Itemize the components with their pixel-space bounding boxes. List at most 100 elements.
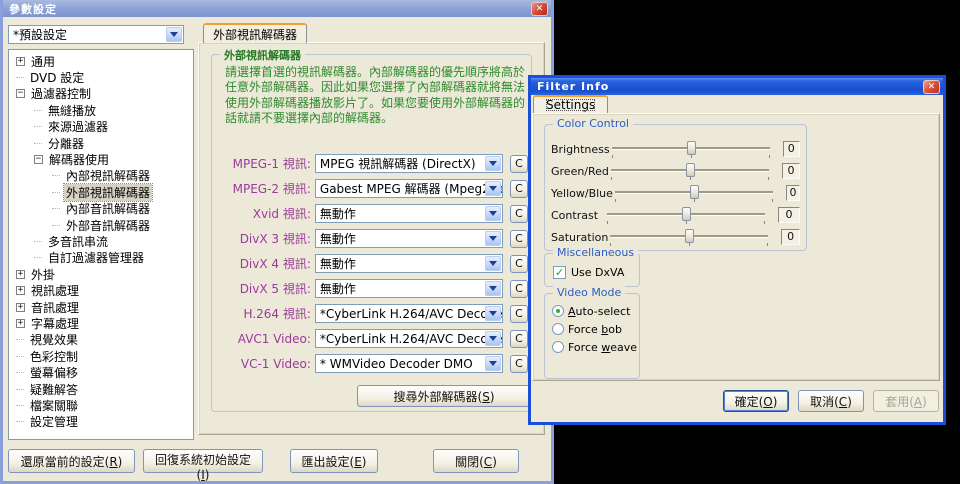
chevron-down-icon[interactable]: [484, 206, 501, 221]
tree-item[interactable]: + 外掛: [11, 266, 191, 282]
tree-item[interactable]: 多音訊串流: [11, 233, 191, 249]
chevron-down-icon[interactable]: [484, 331, 501, 346]
tree-item-label: 通用: [31, 54, 56, 69]
chevron-down-icon[interactable]: [484, 256, 501, 271]
tree-item-selected[interactable]: 外部視訊解碼器: [11, 182, 191, 202]
tree-item[interactable]: + 字幕處理: [11, 315, 191, 331]
slider-thumb[interactable]: [681, 207, 691, 221]
tab-external-video-decoder[interactable]: 外部視訊解碼器: [203, 23, 308, 43]
radio-label: Force bob: [568, 322, 622, 336]
export-settings-button[interactable]: 匯出設定(E): [290, 449, 378, 473]
configure-button[interactable]: C: [509, 179, 528, 198]
configure-button[interactable]: C: [509, 204, 528, 223]
chevron-down-icon[interactable]: [484, 306, 501, 321]
slider-thumb[interactable]: [689, 185, 699, 199]
xvid-video-select[interactable]: 無動作: [314, 204, 503, 223]
video-mode-options: Auto-select Force bob Force weave: [552, 304, 637, 354]
tree-item[interactable]: 色彩控制: [11, 348, 191, 364]
yellow-blue-slider[interactable]: [614, 185, 773, 202]
contrast-slider[interactable]: [606, 207, 765, 224]
radio-icon[interactable]: [552, 323, 564, 335]
collapse-minus-icon[interactable]: −: [16, 89, 25, 99]
divx5-video-select[interactable]: 無動作: [314, 279, 503, 298]
tree-item[interactable]: 疑難解答: [11, 381, 191, 397]
tree-item[interactable]: 設定管理: [11, 414, 191, 430]
radio-selected-icon[interactable]: [552, 305, 564, 317]
tab-settings[interactable]: Settings: [533, 95, 609, 113]
configure-button[interactable]: C: [509, 354, 528, 373]
tree-item[interactable]: 內部音訊解碼器: [11, 201, 191, 217]
configure-button[interactable]: C: [509, 329, 528, 348]
tree-item[interactable]: 分離器: [11, 135, 191, 151]
saturation-slider[interactable]: [610, 229, 769, 246]
configure-button[interactable]: C: [509, 279, 528, 298]
divx4-video-select[interactable]: 無動作: [314, 254, 503, 273]
tree-item-label: 外掛: [31, 267, 56, 282]
configure-button[interactable]: C: [509, 304, 528, 323]
restore-defaults-button[interactable]: 回復系統初始設定(I): [143, 449, 263, 482]
expand-plus-icon[interactable]: +: [16, 302, 25, 312]
decoder-label: Xvid 視訊:: [252, 207, 311, 221]
collapse-minus-icon[interactable]: −: [34, 155, 43, 165]
checkbox-check-icon[interactable]: ✓: [553, 266, 566, 279]
settings-tab-page: Color Control Brightness 0 Green/Red 0 Y…: [532, 113, 940, 381]
tree-item[interactable]: − 解碼器使用: [11, 151, 191, 167]
tree-item[interactable]: 來源過濾器: [11, 119, 191, 135]
chevron-down-icon[interactable]: [484, 281, 501, 296]
chevron-down-icon[interactable]: [484, 156, 501, 171]
search-external-decoders-button[interactable]: 搜尋外部解碼器(S): [357, 385, 531, 407]
expand-plus-icon[interactable]: +: [16, 269, 25, 279]
avc1-video-select[interactable]: *CyberLink H.264/AVC Decoder (PDVI: [314, 329, 503, 348]
group-title: 外部視訊解碼器: [220, 47, 305, 63]
chevron-down-icon[interactable]: [166, 27, 182, 42]
tree-item[interactable]: − 過濾器控制: [11, 86, 191, 102]
tree-item[interactable]: 外部音訊解碼器: [11, 217, 191, 233]
vc1-video-select[interactable]: * WMVideo Decoder DMO: [314, 354, 503, 373]
restore-current-settings-button[interactable]: 還原當前的設定(R): [8, 449, 135, 473]
apply-button[interactable]: 套用(A): [873, 390, 939, 412]
chevron-down-icon[interactable]: [484, 181, 501, 196]
close-icon[interactable]: ✕: [531, 1, 548, 16]
title-bar[interactable]: 參數設定 ✕: [3, 0, 551, 17]
configure-button[interactable]: C: [509, 229, 528, 248]
tree-item[interactable]: + 音訊處理: [11, 299, 191, 315]
tree-item[interactable]: 內部視訊解碼器: [11, 168, 191, 184]
force-bob-radio[interactable]: Force bob: [552, 322, 637, 336]
expand-plus-icon[interactable]: +: [16, 286, 25, 296]
brightness-slider[interactable]: [611, 141, 770, 158]
tree-item[interactable]: + 通用: [11, 53, 191, 69]
slider-thumb[interactable]: [686, 141, 696, 155]
cancel-button[interactable]: 取消(C): [798, 390, 864, 412]
tree-item[interactable]: 無縫播放: [11, 102, 191, 118]
mpeg2-video-select[interactable]: Gabest MPEG 解碼器 (Mpeg2DecFilter.a: [314, 179, 503, 198]
auto-select-radio[interactable]: Auto-select: [552, 304, 637, 318]
slider-thumb[interactable]: [685, 229, 695, 243]
divx3-video-select[interactable]: 無動作: [314, 229, 503, 248]
close-button[interactable]: 關閉(C): [433, 449, 519, 473]
use-dxva-checkbox[interactable]: ✓ Use DxVA: [553, 266, 624, 279]
title-bar[interactable]: Filter Info ✕: [531, 78, 943, 95]
tree-item[interactable]: DVD 設定: [11, 69, 191, 85]
configure-button[interactable]: C: [509, 154, 528, 173]
tree-item[interactable]: 螢幕偏移: [11, 364, 191, 380]
slider-thumb[interactable]: [685, 163, 695, 177]
close-icon[interactable]: ✕: [923, 79, 940, 94]
ok-button[interactable]: 確定(O): [723, 390, 789, 412]
h264-video-select[interactable]: *CyberLink H.264/AVC Decoder (PDVI: [314, 304, 503, 323]
mpeg1-video-select[interactable]: MPEG 視訊解碼器 (DirectX): [314, 154, 503, 173]
tree-item[interactable]: 視覺效果: [11, 332, 191, 348]
preset-select[interactable]: *預設設定: [8, 25, 184, 44]
checkbox-label: Use DxVA: [571, 266, 625, 279]
green-red-slider[interactable]: [610, 163, 769, 180]
configure-button[interactable]: C: [509, 254, 528, 273]
force-weave-radio[interactable]: Force weave: [552, 340, 637, 354]
tree-item[interactable]: 檔案關聯: [11, 397, 191, 413]
chevron-down-icon[interactable]: [484, 356, 501, 371]
tree-item[interactable]: + 視訊處理: [11, 282, 191, 298]
chevron-down-icon[interactable]: [484, 231, 501, 246]
tree-item[interactable]: 自訂過濾器管理器: [11, 250, 191, 266]
expand-plus-icon[interactable]: +: [16, 56, 25, 66]
expand-plus-icon[interactable]: +: [16, 318, 25, 328]
radio-icon[interactable]: [552, 341, 564, 353]
preset-value: *預設設定: [13, 28, 68, 42]
